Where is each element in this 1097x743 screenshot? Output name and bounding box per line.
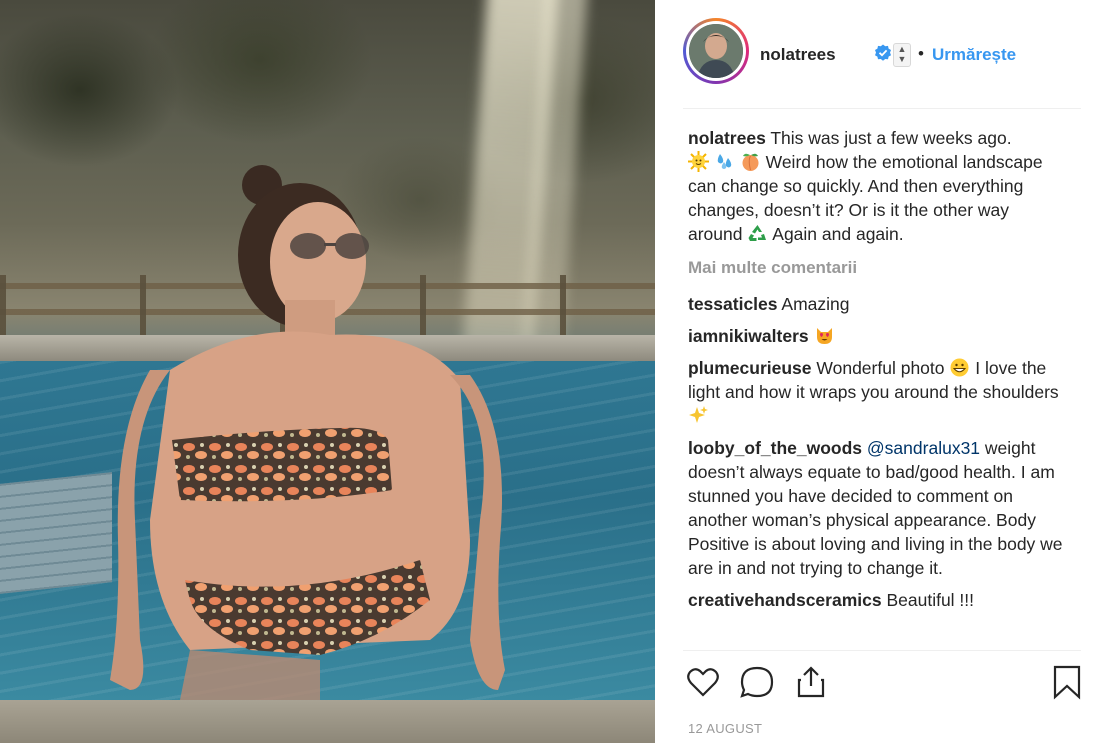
instagram-post: nolatrees ▲ ▼ • Urmărește nolatrees This …: [0, 0, 1097, 743]
comment-username[interactable]: looby_of_the_woods: [688, 438, 862, 458]
avatar-frame: [686, 21, 746, 81]
comment-username[interactable]: tessaticles: [688, 294, 778, 314]
comment-item: looby_of_the_woods @sandralux31 weight d…: [688, 436, 1068, 580]
heart-eyes-cat-emoji-icon: [816, 328, 832, 344]
avatar[interactable]: [689, 24, 743, 78]
story-ring[interactable]: [683, 18, 749, 84]
post-photo[interactable]: [0, 0, 655, 743]
follow-button[interactable]: Urmărește: [932, 45, 1016, 65]
comment-item: tessaticles Amazing: [688, 292, 1068, 316]
comment-icon[interactable]: [739, 664, 775, 700]
action-bar: [683, 650, 1081, 711]
post-side-panel: nolatrees ▲ ▼ • Urmărește nolatrees This …: [655, 0, 1097, 743]
comment-text: Wonderful photo: [816, 358, 945, 378]
caption-text-3: Again and again.: [772, 224, 904, 244]
comment-username[interactable]: creativehandsceramics: [688, 590, 882, 610]
peach-emoji-icon: [742, 153, 759, 171]
sun-emoji-icon: [688, 151, 709, 172]
comment-item: creativehandsceramics Beautiful !!!: [688, 588, 1068, 612]
sparkles-emoji-icon: [689, 406, 708, 423]
separator-dot: •: [918, 44, 924, 63]
caption-text-1: This was just a few weeks ago.: [770, 128, 1012, 148]
avatar-image: [689, 24, 743, 78]
caption-username[interactable]: nolatrees: [688, 128, 766, 148]
comment-mention[interactable]: @sandralux31: [867, 438, 980, 458]
caption: nolatrees This was just a few weeks ago.: [688, 126, 1068, 246]
person-figure: [110, 165, 505, 700]
verified-badge-icon: [875, 44, 891, 61]
comment-username[interactable]: plumecurieuse: [688, 358, 812, 378]
post-date: 12 AUGUST: [688, 721, 763, 736]
comment-item: plumecurieuse Wonderful photo I love the…: [688, 356, 1068, 428]
comment-item: iamnikiwalters: [688, 324, 1068, 348]
comment-username[interactable]: iamnikiwalters: [688, 326, 809, 346]
bookmark-icon[interactable]: [1049, 664, 1085, 700]
sort-arrows-icon[interactable]: ▲ ▼: [893, 43, 911, 67]
author-username[interactable]: nolatrees: [760, 45, 836, 65]
heart-icon[interactable]: [685, 664, 721, 700]
comment-text: weight doesn’t always equate to bad/good…: [688, 438, 1063, 578]
post-header: nolatrees ▲ ▼ • Urmărește: [683, 16, 1081, 109]
comments-list: nolatrees This was just a few weeks ago.: [688, 126, 1068, 620]
recycling-emoji-icon: [748, 225, 767, 241]
share-icon[interactable]: [793, 664, 829, 700]
comment-text: Beautiful !!!: [886, 590, 975, 610]
comment-text: Amazing: [781, 294, 850, 314]
sweat-droplets-emoji-icon: [717, 154, 732, 169]
grinning-face-emoji-icon: [950, 358, 969, 377]
more-comments-link[interactable]: Mai multe comentarii: [688, 256, 1068, 280]
